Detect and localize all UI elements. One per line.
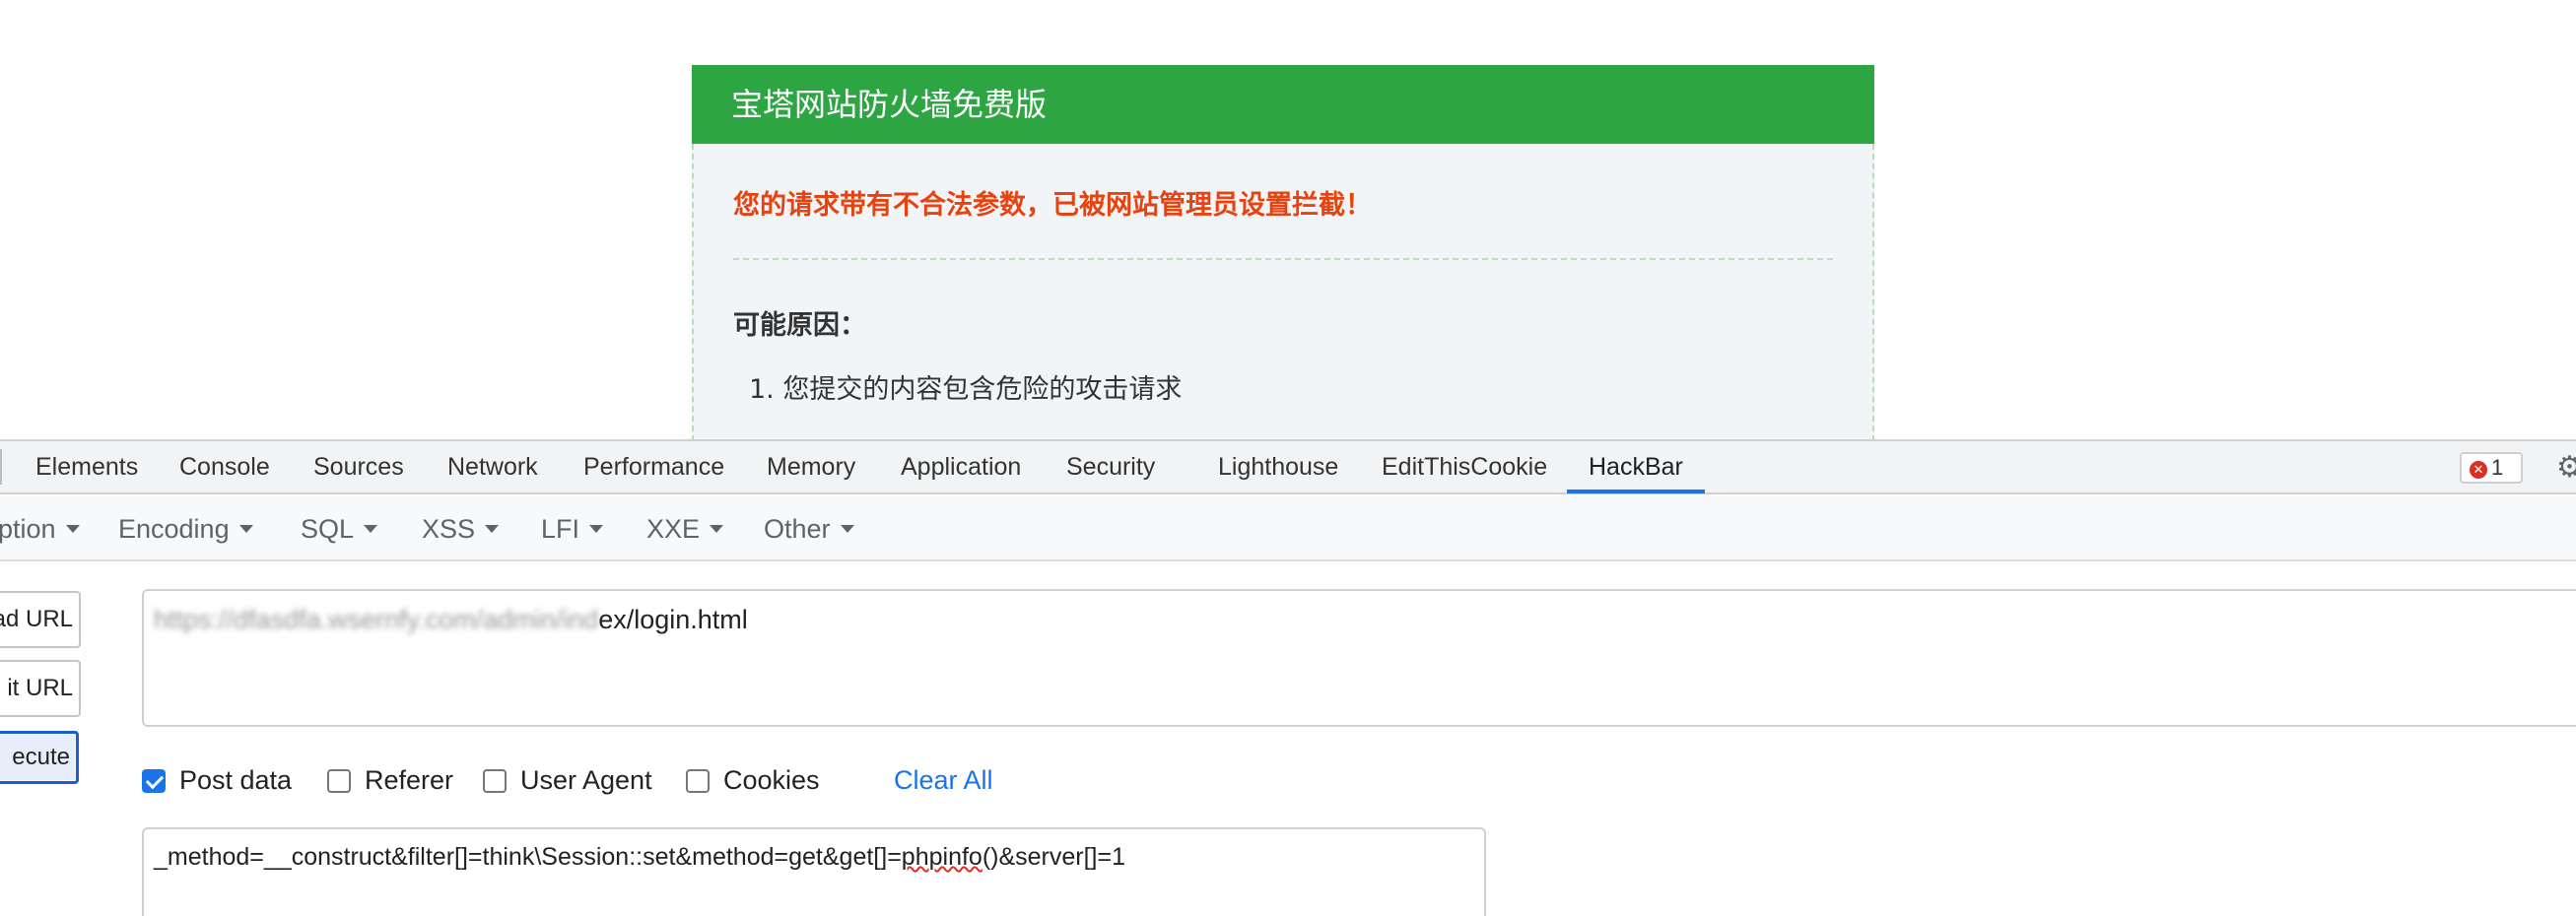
checkbox-checked-icon[interactable] bbox=[142, 769, 166, 793]
chevron-down-icon bbox=[364, 524, 378, 533]
menu-encoding[interactable]: Encoding bbox=[118, 496, 253, 561]
split-url-button[interactable]: it URL bbox=[0, 660, 81, 717]
menu-sql[interactable]: SQL bbox=[301, 496, 378, 561]
tab-elements[interactable]: Elements bbox=[35, 441, 138, 492]
menu-lfi[interactable]: LFI bbox=[541, 496, 604, 561]
hackbar-menubar: ption Encoding SQL XSS LFI XXE Other bbox=[0, 496, 2576, 561]
tab-sources[interactable]: Sources bbox=[313, 441, 404, 492]
clear-all-link[interactable]: Clear All bbox=[894, 760, 993, 800]
chevron-down-icon bbox=[238, 524, 253, 533]
reasons-title: 可能原因： bbox=[733, 310, 866, 341]
chevron-down-icon bbox=[65, 524, 80, 533]
active-tab-indicator bbox=[1567, 490, 1705, 493]
post-data-checkbox[interactable]: Post data bbox=[142, 760, 292, 800]
devtools-panel: Elements Console Sources Network Perform… bbox=[0, 439, 2576, 916]
tab-application[interactable]: Application bbox=[901, 441, 1021, 492]
url-redacted-part: https://dfasdfa.wsernfy.com/admin/ind bbox=[154, 605, 599, 634]
checkbox-icon[interactable] bbox=[686, 769, 710, 793]
menu-xxe[interactable]: XXE bbox=[646, 496, 724, 561]
gear-icon[interactable]: ⚙ bbox=[2556, 453, 2576, 483]
reasons-list: 1. 您提交的内容包含危险的攻击请求 bbox=[749, 367, 1182, 406]
error-count: 1 bbox=[2491, 455, 2504, 480]
menu-other[interactable]: Other bbox=[764, 496, 854, 561]
chevron-down-icon bbox=[840, 524, 854, 533]
checkbox-icon[interactable] bbox=[327, 769, 351, 793]
firewall-panel: 宝塔网站防火墙免费版 您的请求带有不合法参数，已被网站管理员设置拦截！ 可能原因… bbox=[692, 65, 1874, 441]
checkbox-icon[interactable] bbox=[483, 769, 507, 793]
load-url-button[interactable]: ad URL bbox=[0, 591, 81, 648]
referer-checkbox[interactable]: Referer bbox=[327, 760, 453, 800]
tab-security[interactable]: Security bbox=[1066, 441, 1155, 492]
menu-option[interactable]: ption bbox=[0, 496, 80, 561]
tab-memory[interactable]: Memory bbox=[767, 441, 855, 492]
block-warning: 您的请求带有不合法参数，已被网站管理员设置拦截！ bbox=[733, 190, 1372, 221]
tab-performance[interactable]: Performance bbox=[583, 441, 724, 492]
divider bbox=[733, 258, 1833, 260]
user-agent-checkbox[interactable]: User Agent bbox=[483, 760, 652, 800]
cookies-checkbox[interactable]: Cookies bbox=[686, 760, 820, 800]
execute-button[interactable]: ecute bbox=[0, 731, 79, 784]
devtools-tabbar: Elements Console Sources Network Perform… bbox=[0, 441, 2576, 494]
reason-item: 1. 您提交的内容包含危险的攻击请求 bbox=[749, 374, 1183, 405]
spellcheck-word: phpinfo bbox=[901, 843, 983, 871]
chevron-down-icon bbox=[710, 524, 724, 533]
firewall-title: 宝塔网站防火墙免费版 bbox=[692, 65, 1874, 144]
tab-network[interactable]: Network bbox=[447, 441, 538, 492]
error-count-badge[interactable]: ✕ 1 bbox=[2460, 452, 2523, 484]
url-input[interactable]: https://dfasdfa.wsernfy.com/admin/index/… bbox=[142, 589, 2576, 727]
tab-console[interactable]: Console bbox=[179, 441, 270, 492]
post-data-input[interactable]: _method=__construct&filter[]=think\Sessi… bbox=[142, 827, 1486, 916]
chevron-down-icon bbox=[589, 524, 604, 533]
url-visible-part: ex/login.html bbox=[598, 605, 748, 634]
firewall-body: 您的请求带有不合法参数，已被网站管理员设置拦截！ 可能原因： 1. 您提交的内容… bbox=[692, 144, 1874, 441]
tab-lighthouse[interactable]: Lighthouse bbox=[1218, 441, 1338, 492]
tab-hackbar[interactable]: HackBar bbox=[1589, 441, 1683, 492]
error-icon: ✕ bbox=[2470, 461, 2487, 479]
tab-editthiscookie[interactable]: EditThisCookie bbox=[1382, 441, 1547, 492]
tab-separator bbox=[0, 449, 2, 485]
menu-xss[interactable]: XSS bbox=[422, 496, 500, 561]
chevron-down-icon bbox=[485, 524, 500, 533]
